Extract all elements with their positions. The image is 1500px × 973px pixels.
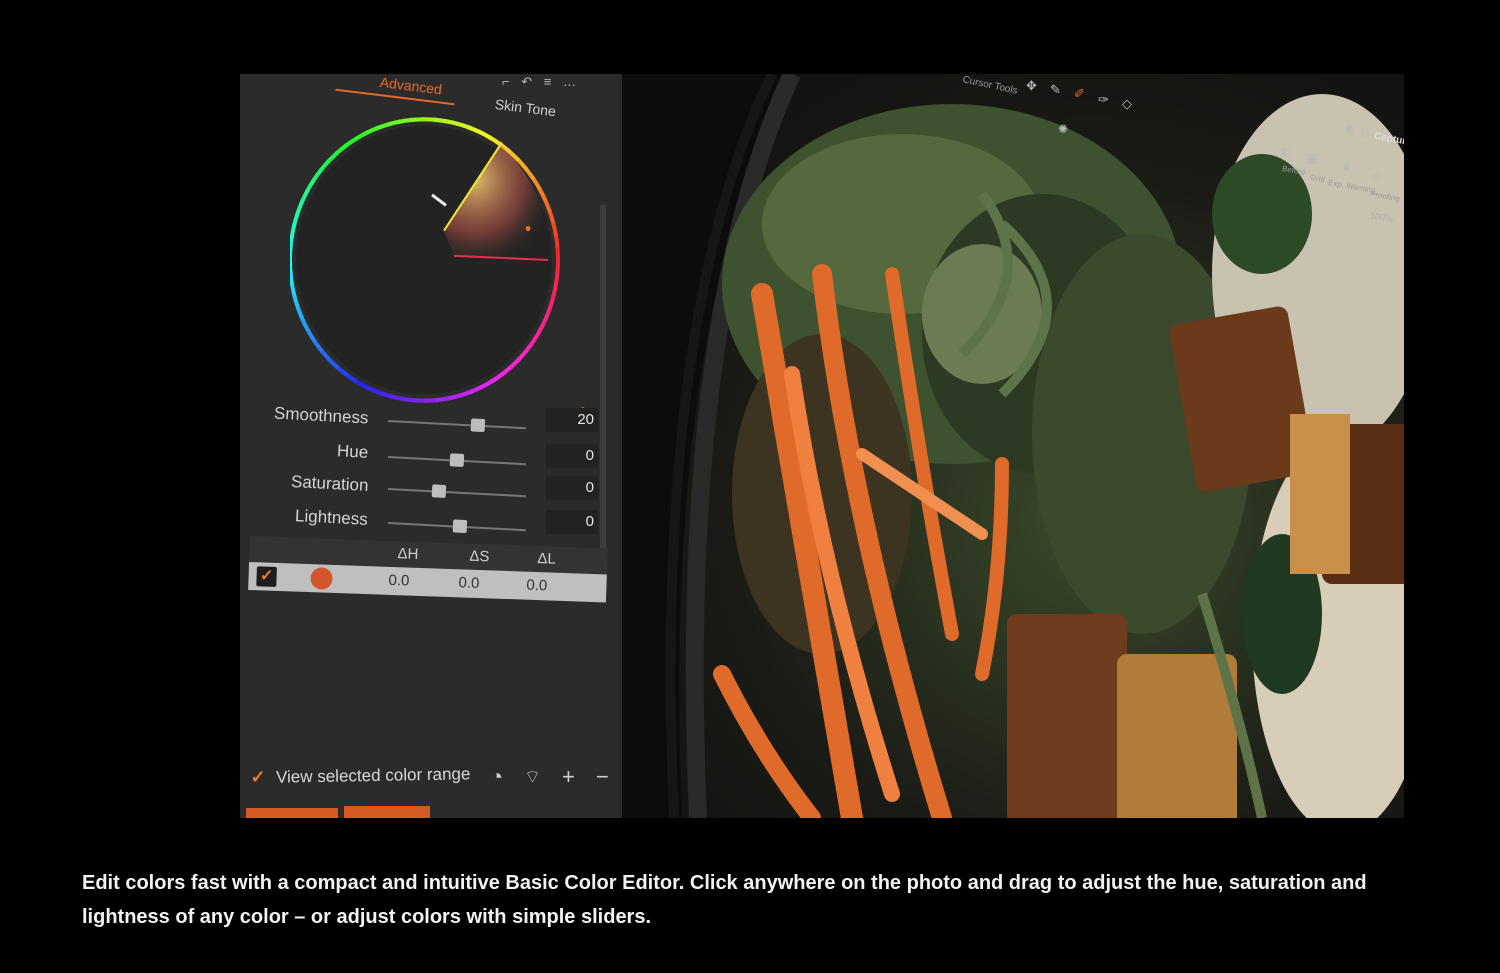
color-wheel[interactable] bbox=[288, 114, 570, 404]
draw-tool-icon[interactable]: ✑ bbox=[1098, 92, 1109, 108]
grid-icon[interactable]: ▦ bbox=[1306, 150, 1318, 166]
remove-icon[interactable]: − bbox=[596, 764, 609, 790]
pie-mode-icon[interactable]: ◔ bbox=[490, 764, 503, 790]
slider-value-saturation[interactable]: 0 bbox=[546, 476, 598, 500]
slider-track-saturation[interactable] bbox=[387, 484, 526, 499]
color-range-table: ΔH ΔS ΔL ✓ 0.0 0.0 0.0 bbox=[247, 536, 608, 622]
column-delta-saturation: ΔS bbox=[469, 547, 490, 566]
slider-label-hue: Hue bbox=[336, 441, 369, 462]
slider-thumb-hue[interactable] bbox=[449, 453, 465, 467]
slider-label-smoothness: Smoothness bbox=[273, 403, 369, 428]
slider-row-saturation: Saturation 0 bbox=[240, 471, 632, 504]
erase-tool-icon[interactable]: ◇ bbox=[1122, 96, 1132, 112]
basic-color-editor-panel: Advanced Skin Tone ⌐ ↶ ≡ … Smoothness 20… bbox=[240, 74, 632, 818]
slider-track-smoothness[interactable] bbox=[387, 418, 526, 433]
column-delta-lightness: ΔL bbox=[537, 550, 557, 568]
slider-row-lightness: Lightness 0 bbox=[240, 506, 632, 538]
slider-label-saturation: Saturation bbox=[290, 471, 369, 496]
slider-label-lightness: Lightness bbox=[294, 506, 369, 529]
orange-button-left[interactable] bbox=[246, 808, 338, 818]
food-photo[interactable] bbox=[622, 74, 1404, 818]
slider-track-hue[interactable] bbox=[387, 453, 526, 467]
proofing-icon[interactable]: ∞ bbox=[1370, 168, 1379, 183]
slider-row-hue: Hue 0 bbox=[240, 441, 632, 472]
globe-icon[interactable]: ◍ bbox=[1360, 126, 1370, 139]
color-picker-tool-icon[interactable]: ✐ bbox=[1074, 86, 1085, 102]
slider-row-smoothness: Smoothness 20 bbox=[240, 403, 632, 436]
slider-value-lightness[interactable]: 0 bbox=[546, 510, 598, 534]
panel-scrollbar[interactable] bbox=[600, 204, 606, 580]
slider-thumb-smoothness[interactable] bbox=[470, 418, 485, 433]
delta-lightness-value: 0.0 bbox=[526, 576, 548, 595]
feature-caption: Edit colors fast with a compact and intu… bbox=[82, 872, 1367, 928]
pan-tool-icon[interactable]: ✥ bbox=[1026, 78, 1037, 94]
tab-advanced[interactable]: Advanced bbox=[379, 74, 443, 97]
loading-spinner-icon: ✺ bbox=[1058, 122, 1069, 136]
slider-value-smoothness[interactable]: 20 bbox=[546, 408, 598, 432]
column-delta-hue: ΔH bbox=[397, 545, 419, 563]
color-wheel-graphic[interactable] bbox=[288, 114, 570, 404]
delta-hue-value: 0.0 bbox=[388, 571, 410, 590]
slider-thumb-lightness[interactable] bbox=[452, 519, 468, 534]
brush-tool-icon[interactable]: ✎ bbox=[1050, 82, 1061, 98]
panel-menu-icons[interactable]: ⌐ ↶ ≡ … bbox=[502, 74, 580, 90]
color-swatch[interactable] bbox=[310, 567, 333, 590]
camera-icon[interactable]: ▣ bbox=[1344, 122, 1354, 135]
view-range-label: View selected color range bbox=[275, 764, 471, 787]
slider-track-lightness[interactable] bbox=[387, 519, 526, 534]
sector-mode-icon[interactable]: ⌔ bbox=[524, 766, 541, 789]
delta-saturation-value: 0.0 bbox=[458, 574, 480, 593]
photo-viewer[interactable]: Cursor Tools ✥ ✎ ✐ ✑ ◇ ✺ ◧ ▦ ▲ ∞ Before … bbox=[622, 74, 1404, 818]
row-enable-checkbox[interactable]: ✓ bbox=[256, 566, 277, 587]
before-icon[interactable]: ◧ bbox=[1280, 144, 1292, 160]
view-range-checkbox[interactable]: ✓ bbox=[248, 767, 268, 787]
panel-footer: ✓ View selected color range ◔ ⌔ + − bbox=[240, 762, 632, 796]
slider-thumb-saturation[interactable] bbox=[431, 484, 447, 499]
slider-value-hue[interactable]: 0 bbox=[546, 444, 598, 468]
add-icon[interactable]: + bbox=[562, 764, 575, 790]
orange-button-right[interactable] bbox=[344, 806, 430, 818]
panel-tab-bar: Advanced Skin Tone ⌐ ↶ ≡ … bbox=[240, 74, 632, 119]
exposure-warning-icon[interactable]: ▲ bbox=[1340, 158, 1353, 173]
